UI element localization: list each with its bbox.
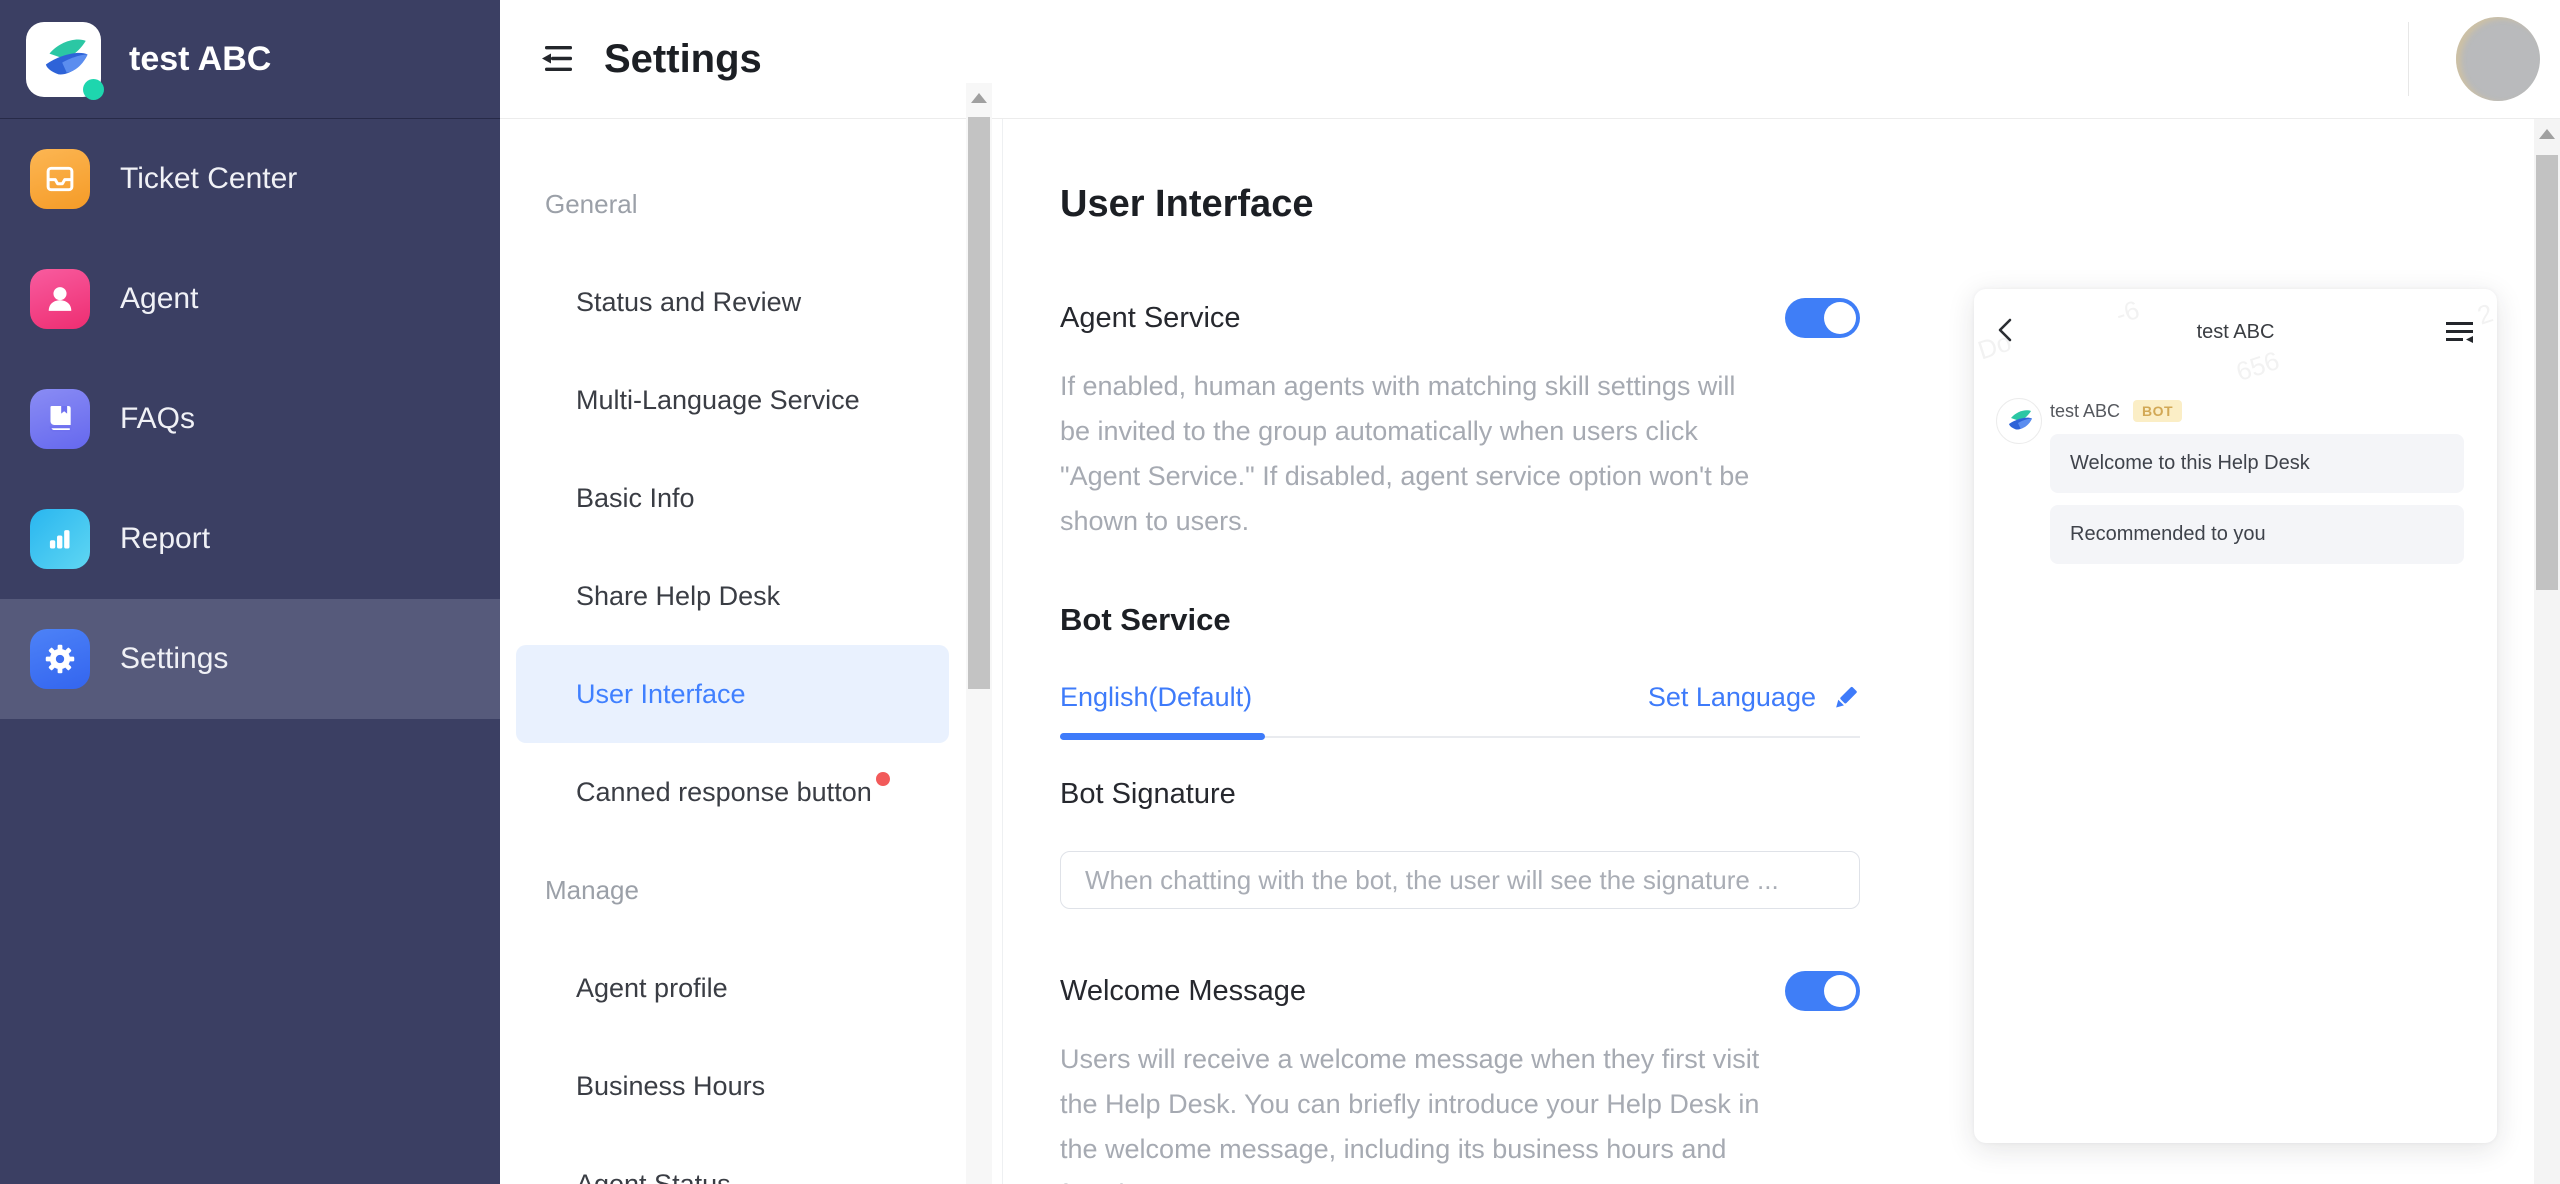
agent-service-label: Agent Service xyxy=(1060,302,1241,335)
sidebar-item-label: Report xyxy=(120,522,210,556)
preview-message-group: test ABC BOT Welcome to this Help Desk R… xyxy=(1996,398,2464,564)
scrollbar-thumb[interactable] xyxy=(968,117,990,689)
tab-english-default[interactable]: English(Default) xyxy=(1060,682,1252,713)
user-avatar[interactable] xyxy=(2456,17,2540,101)
window-scrollbar[interactable] xyxy=(2534,119,2560,1184)
settings-nav-item-agent-profile[interactable]: Agent profile xyxy=(516,939,949,1037)
settings-nav: General Status and Review Multi-Language… xyxy=(500,119,1003,1184)
set-language-label: Set Language xyxy=(1648,682,1816,713)
preview-message-column: test ABC BOT Welcome to this Help Desk R… xyxy=(2050,398,2464,564)
workspace-logo-row: test ABC xyxy=(0,0,500,119)
helpdesk-preview-panel: Do -6 656 2 test ABC xyxy=(1974,289,2497,1143)
bot-name-row: test ABC BOT xyxy=(2050,400,2464,422)
settings-nav-item-business-hours[interactable]: Business Hours xyxy=(516,1037,949,1135)
workspace-name: test ABC xyxy=(129,40,271,79)
sidebar-item-label: Agent xyxy=(120,282,198,316)
menu-fold-icon[interactable] xyxy=(539,42,577,76)
chat-bubble: Recommended to you xyxy=(2050,505,2464,564)
watermark: 656 xyxy=(2232,345,2283,388)
topbar-right xyxy=(2408,17,2540,101)
chat-bubble: Welcome to this Help Desk xyxy=(2050,434,2464,493)
agent-service-row: Agent Service xyxy=(1060,298,1860,338)
bird-logo-icon xyxy=(35,30,93,88)
bot-badge: BOT xyxy=(2133,400,2182,422)
welcome-message-toggle[interactable] xyxy=(1785,971,1860,1011)
settings-form: Agent Service If enabled, human agents w… xyxy=(1060,298,1860,1184)
sidebar-item-label: Ticket Center xyxy=(120,162,297,196)
bird-logo-icon xyxy=(2003,405,2035,437)
notification-dot xyxy=(876,772,890,786)
language-tab-row: English(Default) Set Language xyxy=(1060,682,1860,713)
sidebar-item-settings[interactable]: Settings xyxy=(0,599,500,719)
welcome-message-label: Welcome Message xyxy=(1060,975,1306,1008)
page-title: Settings xyxy=(604,37,762,82)
settings-nav-item-multi-language-service[interactable]: Multi-Language Service xyxy=(516,351,949,449)
settings-nav-item-user-interface[interactable]: User Interface xyxy=(516,645,949,743)
sidebar-item-label: FAQs xyxy=(120,402,195,436)
faqs-icon xyxy=(30,389,90,449)
topbar-divider xyxy=(2408,22,2409,96)
nav-section-label-general: General xyxy=(500,155,1002,253)
settings-nav-item-canned-response-button[interactable]: Canned response button xyxy=(516,743,949,841)
logo-status-dot xyxy=(83,79,104,100)
agent-service-toggle[interactable] xyxy=(1785,298,1860,338)
toggle-knob xyxy=(1824,302,1856,334)
settings-nav-item-basic-info[interactable]: Basic Info xyxy=(516,449,949,547)
right-pane: Settings General Status and Review Multi… xyxy=(500,0,2560,1184)
message-list-icon[interactable] xyxy=(2443,320,2475,346)
sidebar-nav: Ticket Center Agent xyxy=(0,119,500,719)
settings-nav-scrollbar[interactable] xyxy=(966,83,992,1184)
nav-section-label-manage: Manage xyxy=(500,841,1002,939)
settings-nav-item-share-help-desk[interactable]: Share Help Desk xyxy=(516,547,949,645)
sidebar-item-label: Settings xyxy=(120,642,228,676)
main-sidebar: test ABC Ticket Center xyxy=(0,0,500,1184)
workspace-logo[interactable] xyxy=(26,22,101,97)
scroll-up-arrow-icon[interactable] xyxy=(2534,119,2560,149)
welcome-message-row: Welcome Message xyxy=(1060,971,1860,1011)
sidebar-item-report[interactable]: Report xyxy=(0,479,500,599)
agent-service-description: If enabled, human agents with matching s… xyxy=(1060,364,1760,544)
scrollbar-thumb[interactable] xyxy=(2536,155,2558,590)
report-icon xyxy=(30,509,90,569)
agent-icon xyxy=(30,269,90,329)
main-content: User Interface Agent Service If enabled,… xyxy=(1003,119,2560,1184)
bot-name: test ABC xyxy=(2050,401,2120,422)
scroll-up-arrow-icon[interactable] xyxy=(966,83,992,113)
pencil-icon xyxy=(1830,683,1860,713)
toggle-knob xyxy=(1824,975,1856,1007)
bot-avatar xyxy=(1996,398,2042,444)
app-root: test ABC Ticket Center xyxy=(0,0,2560,1184)
bot-service-title: Bot Service xyxy=(1060,602,1860,638)
sidebar-item-agent[interactable]: Agent xyxy=(0,239,500,359)
set-language-link[interactable]: Set Language xyxy=(1648,682,1860,713)
bot-signature-label: Bot Signature xyxy=(1060,778,1860,811)
preview-title: test ABC xyxy=(2028,321,2443,344)
sidebar-item-faqs[interactable]: FAQs xyxy=(0,359,500,479)
welcome-message-description: Users will receive a welcome message whe… xyxy=(1060,1037,1760,1184)
ticket-center-icon xyxy=(30,149,90,209)
preview-header: test ABC xyxy=(1974,289,2497,348)
settings-nav-item-status-and-review[interactable]: Status and Review xyxy=(516,253,949,351)
settings-icon xyxy=(30,629,90,689)
settings-nav-item-label: Canned response button xyxy=(576,777,872,808)
sidebar-item-ticket-center[interactable]: Ticket Center xyxy=(0,119,500,239)
bot-signature-input[interactable] xyxy=(1060,851,1860,909)
section-title: User Interface xyxy=(1060,183,2560,226)
active-tab-indicator xyxy=(1060,733,1265,740)
settings-nav-item-agent-status[interactable]: Agent Status xyxy=(516,1135,949,1184)
topbar: Settings xyxy=(500,0,2560,119)
tab-underline-rule xyxy=(1060,733,1860,740)
content-row: General Status and Review Multi-Language… xyxy=(500,119,2560,1184)
